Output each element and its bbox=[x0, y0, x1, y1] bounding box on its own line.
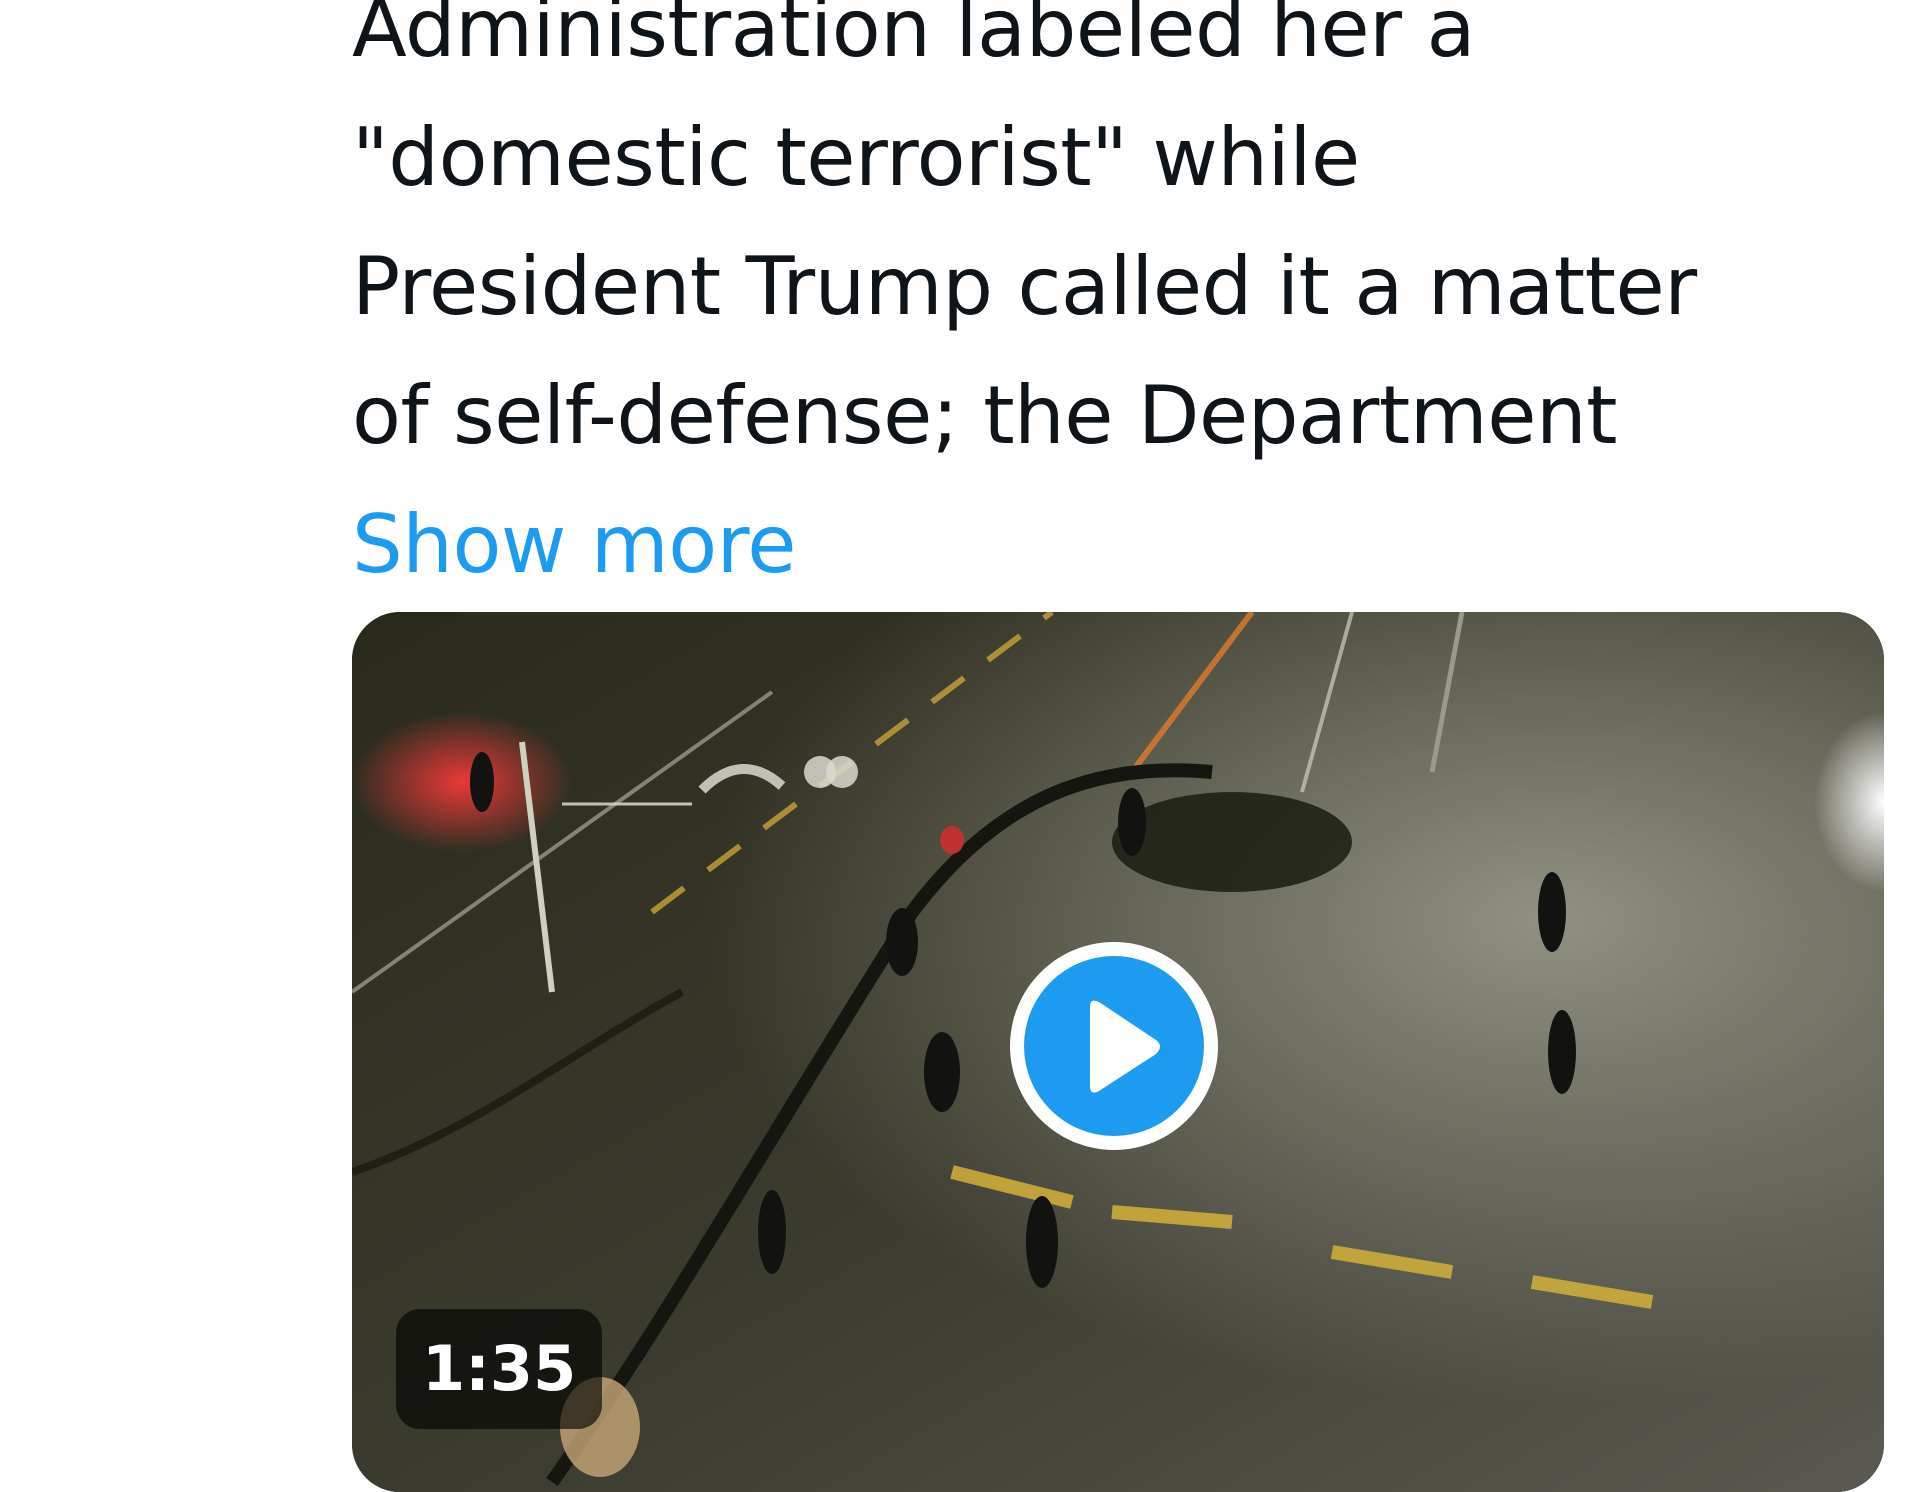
tweet-text-line: President Trump called it a matter bbox=[352, 240, 1697, 333]
tweet-text-line: of self-defense; the Department bbox=[352, 369, 1618, 462]
video-duration-badge: 1:35 bbox=[396, 1309, 603, 1429]
tweet-text: Administration labeled her a "domestic t… bbox=[352, 0, 1872, 609]
play-icon[interactable] bbox=[1004, 936, 1224, 1156]
show-more-link[interactable]: Show more bbox=[352, 480, 797, 609]
tweet-text-line: Administration labeled her a bbox=[352, 0, 1476, 75]
tweet-text-line: "domestic terrorist" while bbox=[352, 111, 1360, 204]
watermark-logo bbox=[562, 756, 858, 806]
video-player[interactable]: 1:35 bbox=[352, 612, 1884, 1492]
